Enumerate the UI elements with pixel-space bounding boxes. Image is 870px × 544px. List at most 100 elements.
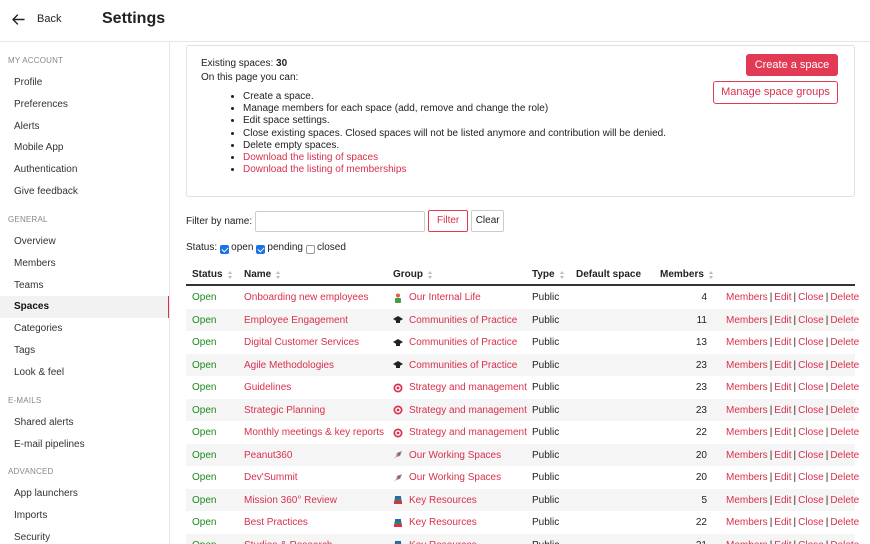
sidebar-item-tags[interactable]: Tags [0,340,169,362]
group-link[interactable]: Communities of Practice [409,360,517,371]
group-link[interactable]: Our Internal Life [409,292,481,303]
sidebar-item-profile[interactable]: Profile [0,72,169,94]
group-link[interactable]: Strategy and management [409,382,527,393]
action-members-link[interactable]: Members [726,382,768,393]
action-edit-link[interactable]: Edit [774,382,791,393]
column-header-status[interactable]: Status [192,269,233,280]
action-members-link[interactable]: Members [726,427,768,438]
action-delete-link[interactable]: Delete [830,382,859,393]
action-edit-link[interactable]: Edit [774,427,791,438]
manage-space-groups-button[interactable]: Manage space groups [713,81,838,104]
sidebar-item-look-feel[interactable]: Look & feel [0,362,169,384]
sidebar-item-give-feedback[interactable]: Give feedback [0,181,169,203]
column-header-name[interactable]: Name [244,269,281,280]
status-pending-checkbox[interactable] [256,245,266,254]
action-edit-link[interactable]: Edit [774,405,791,416]
group-link[interactable]: Strategy and management [409,405,527,416]
action-delete-link[interactable]: Delete [830,540,859,544]
group-link[interactable]: Strategy and management [409,427,527,438]
sidebar-item-authentication[interactable]: Authentication [0,159,169,181]
space-name-link[interactable]: Guidelines [244,382,291,393]
column-header-members[interactable]: Members [660,269,714,280]
space-name-link[interactable]: Best Practices [244,517,308,528]
action-close-link[interactable]: Close [798,517,824,528]
action-members-link[interactable]: Members [726,292,768,303]
group-link[interactable]: Communities of Practice [409,315,517,326]
space-name-link[interactable]: Peanut360 [244,450,292,461]
filter-button[interactable]: Filter [428,210,469,232]
column-header-default-space[interactable]: Default space [576,269,641,280]
space-name-link[interactable]: Strategic Planning [244,405,325,416]
action-delete-link[interactable]: Delete [830,495,859,506]
action-edit-link[interactable]: Edit [774,450,791,461]
action-members-link[interactable]: Members [726,540,768,544]
download-the-listing-of-memberships-link[interactable]: Download the listing of memberships [243,164,406,175]
action-members-link[interactable]: Members [726,495,768,506]
sidebar-item-teams[interactable]: Teams [0,275,169,297]
action-delete-link[interactable]: Delete [830,337,859,348]
status-open-checkbox[interactable] [220,245,230,254]
group-link[interactable]: Communities of Practice [409,337,517,348]
download-the-listing-of-spaces-link[interactable]: Download the listing of spaces [243,152,378,163]
group-link[interactable]: Key Resources [409,517,477,528]
action-edit-link[interactable]: Edit [774,495,791,506]
action-close-link[interactable]: Close [798,292,824,303]
sidebar-item-members[interactable]: Members [0,253,169,275]
sidebar-item-app-launchers[interactable]: App launchers [0,483,169,505]
sidebar-item-security[interactable]: Security [0,527,169,544]
sidebar-item-mobile-app[interactable]: Mobile App [0,137,169,159]
action-edit-link[interactable]: Edit [774,337,791,348]
space-name-link[interactable]: Mission 360° Review [244,495,337,506]
sidebar-item-categories[interactable]: Categories [0,318,169,340]
space-name-link[interactable]: Agile Methodologies [244,360,334,371]
create-space-button[interactable]: Create a space [746,54,838,76]
space-name-link[interactable]: Employee Engagement [244,315,348,326]
space-name-link[interactable]: Studies & Research [244,540,332,544]
action-delete-link[interactable]: Delete [830,427,859,438]
filter-name-input[interactable] [255,210,426,232]
group-link[interactable]: Our Working Spaces [409,472,501,483]
action-close-link[interactable]: Close [798,360,824,371]
action-edit-link[interactable]: Edit [774,315,791,326]
action-close-link[interactable]: Close [798,450,824,461]
action-members-link[interactable]: Members [726,337,768,348]
action-close-link[interactable]: Close [798,472,824,483]
sidebar-item-overview[interactable]: Overview [0,231,169,253]
sidebar-item-imports[interactable]: Imports [0,505,169,527]
column-header-type[interactable]: Type [532,269,565,280]
sidebar-item-spaces[interactable]: Spaces [0,296,169,319]
action-close-link[interactable]: Close [798,382,824,393]
action-members-link[interactable]: Members [726,472,768,483]
action-delete-link[interactable]: Delete [830,292,859,303]
group-link[interactable]: Our Working Spaces [409,450,501,461]
action-members-link[interactable]: Members [726,517,768,528]
action-delete-link[interactable]: Delete [830,315,859,326]
action-members-link[interactable]: Members [726,450,768,461]
sidebar-item-shared-alerts[interactable]: Shared alerts [0,412,169,434]
action-close-link[interactable]: Close [798,337,824,348]
sidebar-item-alerts[interactable]: Alerts [0,116,169,138]
column-header-group[interactable]: Group [393,269,433,280]
action-members-link[interactable]: Members [726,405,768,416]
status-closed-checkbox[interactable] [305,245,315,254]
space-name-link[interactable]: Onboarding new employees [244,292,369,303]
action-delete-link[interactable]: Delete [830,360,859,371]
space-name-link[interactable]: Dev'Summit [244,472,298,483]
space-name-link[interactable]: Digital Customer Services [244,337,359,348]
clear-button[interactable]: Clear [471,210,505,232]
action-edit-link[interactable]: Edit [774,472,791,483]
action-close-link[interactable]: Close [798,405,824,416]
group-link[interactable]: Key Resources [409,540,477,544]
action-members-link[interactable]: Members [726,315,768,326]
action-delete-link[interactable]: Delete [830,450,859,461]
sidebar-item-preferences[interactable]: Preferences [0,94,169,116]
action-edit-link[interactable]: Edit [774,360,791,371]
back-button[interactable]: Back [12,13,61,25]
action-close-link[interactable]: Close [798,427,824,438]
action-edit-link[interactable]: Edit [774,540,791,544]
group-link[interactable]: Key Resources [409,495,477,506]
action-edit-link[interactable]: Edit [774,292,791,303]
action-members-link[interactable]: Members [726,360,768,371]
action-delete-link[interactable]: Delete [830,405,859,416]
space-name-link[interactable]: Monthly meetings & key reports [244,427,384,438]
